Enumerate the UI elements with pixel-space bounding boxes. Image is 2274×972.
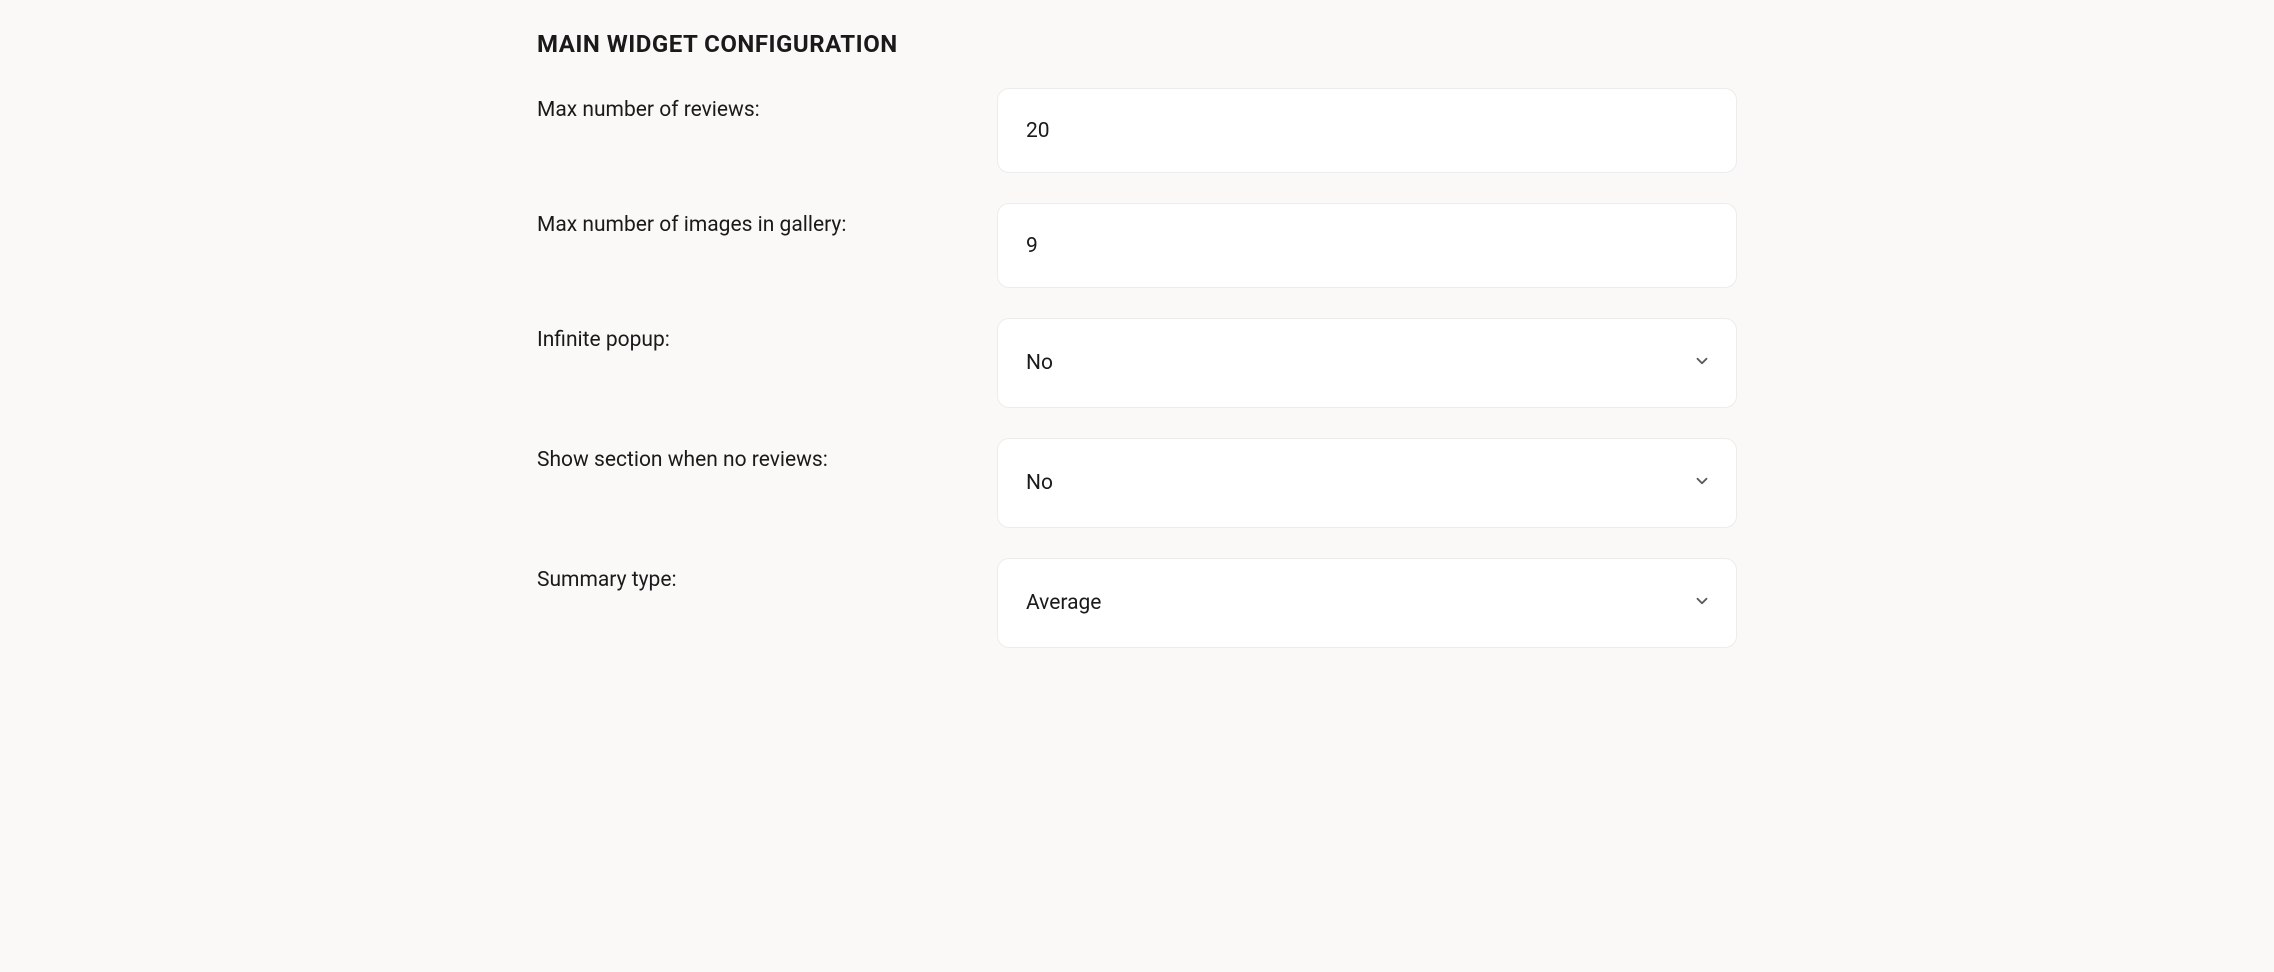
max-images-label: Max number of images in gallery: bbox=[537, 213, 997, 237]
infinite-popup-select[interactable]: No bbox=[997, 318, 1737, 408]
form-row-max-images: Max number of images in gallery: bbox=[537, 213, 1737, 288]
infinite-popup-label: Infinite popup: bbox=[537, 328, 997, 352]
max-images-input[interactable] bbox=[997, 203, 1737, 288]
max-reviews-label: Max number of reviews: bbox=[537, 98, 997, 122]
max-reviews-input[interactable] bbox=[997, 88, 1737, 173]
show-section-no-reviews-select[interactable]: No bbox=[997, 438, 1737, 528]
form-row-infinite-popup: Infinite popup: No bbox=[537, 328, 1737, 408]
show-section-no-reviews-label: Show section when no reviews: bbox=[537, 448, 997, 472]
summary-type-label: Summary type: bbox=[537, 568, 997, 592]
form-row-max-reviews: Max number of reviews: bbox=[537, 98, 1737, 173]
form-row-show-section-no-reviews: Show section when no reviews: No bbox=[537, 448, 1737, 528]
summary-type-select[interactable]: Average bbox=[997, 558, 1737, 648]
form-row-summary-type: Summary type: Average bbox=[537, 568, 1737, 648]
section-title: MAIN WIDGET CONFIGURATION bbox=[537, 30, 1737, 58]
